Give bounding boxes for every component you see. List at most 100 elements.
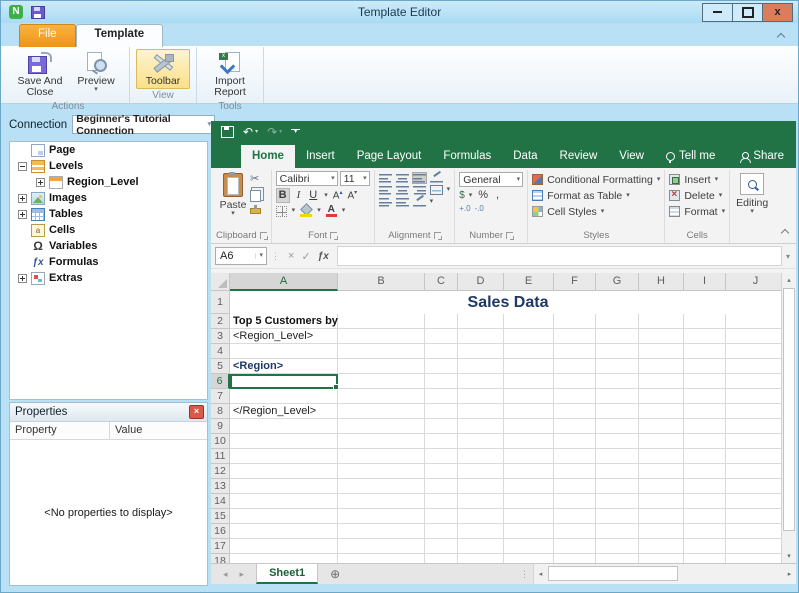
cell-I14[interactable] — [684, 494, 726, 509]
cell-G9[interactable] — [596, 419, 639, 434]
format-as-table-button[interactable]: Format as Table▾ — [532, 188, 660, 203]
tab-file[interactable]: File — [19, 24, 76, 47]
tree-item-images[interactable]: Images — [10, 190, 207, 206]
cell-A15[interactable] — [230, 509, 338, 524]
cell-D8[interactable] — [458, 404, 504, 419]
column-header-G[interactable]: G — [596, 273, 639, 291]
cell-G4[interactable] — [596, 344, 639, 359]
cell-J6[interactable] — [726, 374, 781, 389]
selected-cell-outline[interactable] — [230, 374, 338, 389]
number-format-combo[interactable]: General▾ — [459, 172, 523, 187]
collapse-ribbon-button[interactable] — [782, 227, 788, 239]
cell-C8[interactable] — [425, 404, 458, 419]
cell-F8[interactable] — [554, 404, 596, 419]
column-header-F[interactable]: F — [554, 273, 596, 291]
formula-input[interactable] — [337, 246, 782, 266]
wrap-text-icon[interactable] — [413, 197, 426, 207]
cell-F18[interactable] — [554, 554, 596, 563]
cell-F12[interactable] — [554, 464, 596, 479]
cell-H2[interactable] — [639, 314, 684, 329]
cell-I16[interactable] — [684, 524, 726, 539]
column-header-C[interactable]: C — [425, 273, 458, 291]
cell-I17[interactable] — [684, 539, 726, 554]
row-header-14[interactable]: 14 — [211, 494, 230, 509]
xl-tab-page-layout[interactable]: Page Layout — [346, 145, 433, 168]
cell-C9[interactable] — [425, 419, 458, 434]
cell-E14[interactable] — [504, 494, 554, 509]
cell-B8[interactable] — [338, 404, 425, 419]
cell-E15[interactable] — [504, 509, 554, 524]
find-select-button[interactable] — [740, 173, 764, 195]
cell-J9[interactable] — [726, 419, 781, 434]
maximize-button[interactable] — [732, 3, 763, 22]
cell-J8[interactable] — [726, 404, 781, 419]
xl-tab-data[interactable]: Data — [502, 145, 548, 168]
percent-style-icon[interactable]: % — [476, 189, 490, 202]
cell-D3[interactable] — [458, 329, 504, 344]
cell-I18[interactable] — [684, 554, 726, 563]
properties-col-property[interactable]: Property — [10, 422, 110, 439]
cell-B16[interactable] — [338, 524, 425, 539]
cell-E4[interactable] — [504, 344, 554, 359]
dialog-launcher-icon[interactable] — [330, 232, 337, 239]
increase-indent-icon[interactable] — [396, 197, 409, 207]
font-size-combo[interactable]: 11▾ — [340, 171, 370, 186]
cell-H15[interactable] — [639, 509, 684, 524]
tree-item-tables[interactable]: Tables — [10, 206, 207, 222]
cell-H3[interactable] — [639, 329, 684, 344]
cell-I12[interactable] — [684, 464, 726, 479]
dialog-launcher-icon[interactable] — [506, 232, 513, 239]
cell-H8[interactable] — [639, 404, 684, 419]
cell-E16[interactable] — [504, 524, 554, 539]
cell-C13[interactable] — [425, 479, 458, 494]
cell-A8[interactable]: </Region_Level> — [230, 404, 338, 419]
sheet-tab-sheet1[interactable]: Sheet1 — [256, 564, 318, 584]
cell-G18[interactable] — [596, 554, 639, 563]
copy-icon[interactable] — [250, 190, 261, 202]
cell-C3[interactable] — [425, 329, 458, 344]
cell-title-sales-data[interactable]: Sales Data — [230, 291, 781, 314]
cell-I6[interactable] — [684, 374, 726, 389]
row-header-10[interactable]: 10 — [211, 434, 230, 449]
row-header-12[interactable]: 12 — [211, 464, 230, 479]
cell-J15[interactable] — [726, 509, 781, 524]
row-header-16[interactable]: 16 — [211, 524, 230, 539]
cell-G8[interactable] — [596, 404, 639, 419]
confirm-entry-icon[interactable]: ✓ — [301, 250, 310, 263]
cell-F10[interactable] — [554, 434, 596, 449]
expander-plus-icon[interactable] — [18, 274, 27, 283]
cell-C14[interactable] — [425, 494, 458, 509]
cell-C16[interactable] — [425, 524, 458, 539]
cell-A7[interactable] — [230, 389, 338, 404]
row-header-15[interactable]: 15 — [211, 509, 230, 524]
expander-plus-icon[interactable] — [36, 178, 45, 187]
cell-A18[interactable] — [230, 554, 338, 563]
close-button[interactable]: x — [762, 3, 793, 22]
font-name-combo[interactable]: Calibri▾ — [276, 171, 338, 186]
cell-E17[interactable] — [504, 539, 554, 554]
cell-F5[interactable] — [554, 359, 596, 374]
row-header-5[interactable]: 5 — [211, 359, 230, 374]
cell-G15[interactable] — [596, 509, 639, 524]
row-header-6[interactable]: 6 — [211, 374, 230, 389]
xl-tab-formulas[interactable]: Formulas — [432, 145, 502, 168]
comma-style-icon[interactable]: , — [494, 189, 501, 202]
tree-item-extras[interactable]: Extras — [10, 270, 207, 286]
cell-B12[interactable] — [338, 464, 425, 479]
cell-E7[interactable] — [504, 389, 554, 404]
cell-H9[interactable] — [639, 419, 684, 434]
xl-tab-insert[interactable]: Insert — [295, 145, 346, 168]
borders-icon[interactable] — [276, 206, 287, 217]
cell-H16[interactable] — [639, 524, 684, 539]
cell-J7[interactable] — [726, 389, 781, 404]
cell-G14[interactable] — [596, 494, 639, 509]
tab-bar-divider[interactable]: ⋮ — [520, 564, 533, 584]
cell-F4[interactable] — [554, 344, 596, 359]
cell-A12[interactable] — [230, 464, 338, 479]
cell-B17[interactable] — [338, 539, 425, 554]
name-box[interactable]: A6 ▾ — [215, 247, 267, 265]
cell-F15[interactable] — [554, 509, 596, 524]
cell-I11[interactable] — [684, 449, 726, 464]
tab-template[interactable]: Template — [76, 24, 164, 47]
cell-D7[interactable] — [458, 389, 504, 404]
